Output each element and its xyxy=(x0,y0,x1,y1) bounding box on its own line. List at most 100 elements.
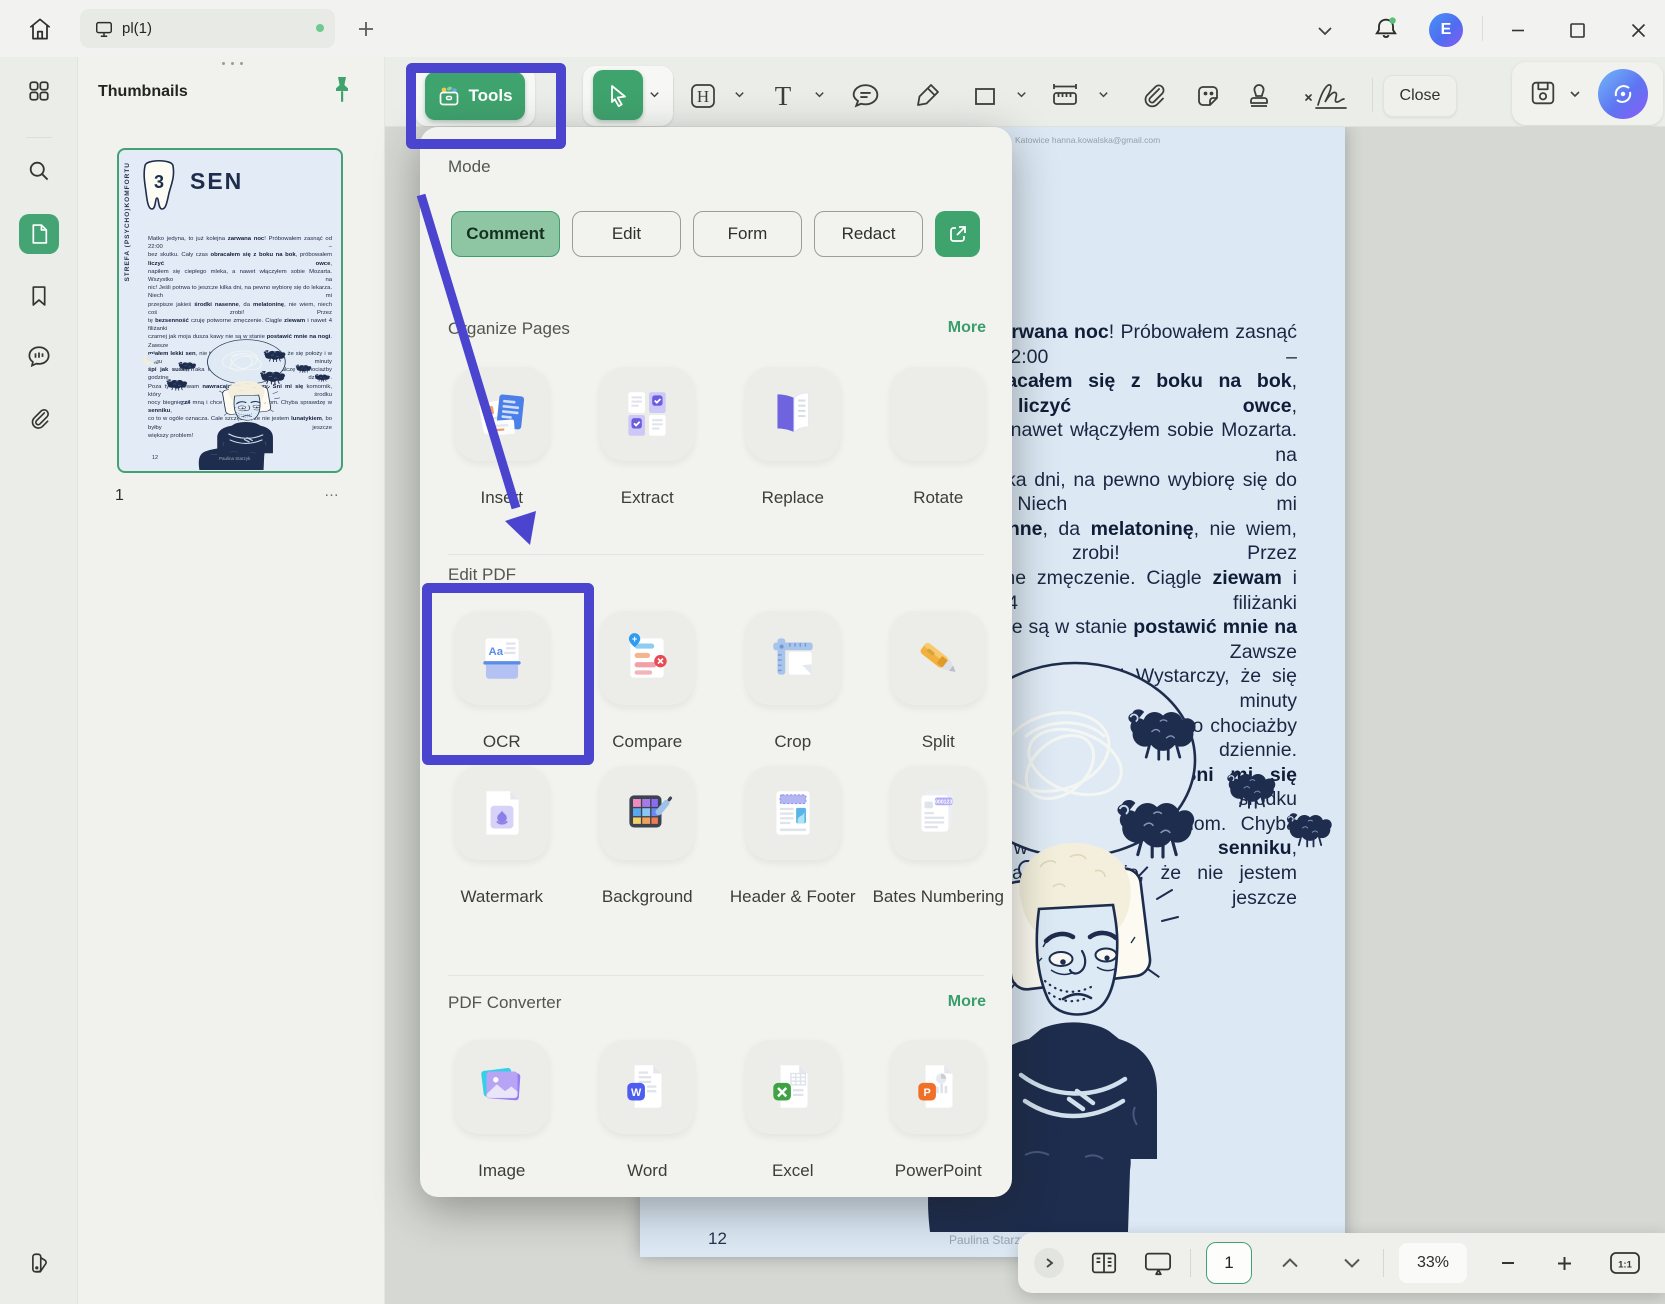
organize-more-link[interactable]: More xyxy=(948,319,986,337)
actual-size-button[interactable]: 1:1 xyxy=(1600,1233,1650,1293)
save-chevron-icon[interactable] xyxy=(1568,87,1582,106)
ai-icon xyxy=(1608,79,1638,109)
close-window-button[interactable] xyxy=(1624,17,1652,43)
converter-more-link[interactable]: More xyxy=(948,993,986,1011)
tool-powerpoint[interactable]: PPowerPoint xyxy=(866,1040,1011,1181)
tool-image[interactable]: Image xyxy=(429,1040,574,1181)
tool-label: Extract xyxy=(575,487,720,508)
search-icon[interactable] xyxy=(19,151,59,191)
new-tab-button[interactable] xyxy=(353,16,379,42)
mode-button-edit[interactable]: Edit xyxy=(572,211,681,257)
comments-icon[interactable] xyxy=(19,336,59,376)
save-icon[interactable] xyxy=(1528,78,1558,113)
tool-insert[interactable]: Insert xyxy=(429,367,574,508)
tool-background[interactable]: Background xyxy=(575,766,720,907)
tool-excel[interactable]: Excel xyxy=(720,1040,865,1181)
svg-text:H: H xyxy=(697,87,709,106)
avatar[interactable]: E xyxy=(1429,13,1463,47)
selector-tool-button[interactable] xyxy=(593,70,643,120)
text-chevron-icon[interactable] xyxy=(813,88,827,102)
panel-drag-handle[interactable] xyxy=(222,62,243,65)
thumbnails-title: Thumbnails xyxy=(98,83,188,101)
next-page-button[interactable] xyxy=(1330,1233,1374,1293)
attachments-icon[interactable] xyxy=(19,399,59,439)
pin-icon[interactable] xyxy=(330,75,356,107)
tool-split[interactable]: Split xyxy=(866,611,1011,752)
sticker-tool-icon[interactable] xyxy=(1190,78,1226,114)
tool-watermark[interactable]: Watermark xyxy=(429,766,574,907)
external-link-icon xyxy=(948,224,968,244)
page-header-line: Katowice hanna.kowalska@gmail.com xyxy=(1015,135,1160,145)
page-thumbnail[interactable]: STREFA (PSYCHO)KOMFORTU 3 SEN Matko jedy… xyxy=(117,148,343,473)
home-button[interactable] xyxy=(24,13,56,45)
word-icon: W xyxy=(618,1058,676,1116)
notifications-bell-icon[interactable] xyxy=(1370,12,1402,46)
tool-label: Replace xyxy=(720,487,865,508)
comment-tool-icon[interactable] xyxy=(847,78,883,114)
bookmark-icon[interactable] xyxy=(19,276,59,316)
open-in-new-window-button[interactable] xyxy=(935,211,980,257)
zoom-level-display[interactable]: 33% xyxy=(1399,1243,1467,1283)
ai-assistant-button[interactable] xyxy=(1598,69,1648,119)
attach-tool-icon[interactable] xyxy=(1135,78,1171,114)
expand-statusbar-button[interactable] xyxy=(1034,1248,1064,1278)
selector-chevron-icon[interactable] xyxy=(648,88,662,102)
svg-text:W: W xyxy=(631,1087,642,1099)
text-tool-icon[interactable]: T xyxy=(765,78,801,114)
shape-tool-icon[interactable] xyxy=(967,78,1003,114)
bates-icon: 000123 xyxy=(909,784,967,842)
document-tab[interactable]: pl(1) xyxy=(80,9,335,48)
tool-bates-numbering[interactable]: 000123Bates Numbering xyxy=(866,766,1011,907)
mode-button-form[interactable]: Form xyxy=(693,211,802,257)
tool-word[interactable]: WWord xyxy=(575,1040,720,1181)
shape-chevron-icon[interactable] xyxy=(1015,88,1029,102)
thumb-illustration: Zzz xyxy=(133,336,329,470)
maximize-button[interactable] xyxy=(1563,17,1591,43)
tool-label: Compare xyxy=(575,731,720,752)
thumbnails-icon[interactable] xyxy=(19,214,59,254)
toolbar-separator-2 xyxy=(1372,78,1373,112)
tool-label: Split xyxy=(866,731,1011,752)
zoom-in-button[interactable] xyxy=(1542,1233,1586,1293)
minimize-button[interactable] xyxy=(1504,18,1532,42)
apps-grid-icon[interactable] xyxy=(19,71,59,111)
mode-button-redact[interactable]: Redact xyxy=(814,211,923,257)
thumbnail-more-button[interactable]: … xyxy=(324,483,341,500)
split-icon xyxy=(909,629,967,687)
tool-rotate[interactable]: Rotate xyxy=(866,367,1011,508)
svg-text:P: P xyxy=(924,1087,931,1099)
mode-buttons-row: Comment Edit Form Redact xyxy=(451,211,980,257)
stamp-tool-icon[interactable] xyxy=(1241,78,1277,114)
zoom-value: 33% xyxy=(1417,1254,1449,1272)
statusbar-separator-2 xyxy=(1383,1249,1384,1277)
tool-crop[interactable]: Crop xyxy=(720,611,865,752)
pdf-editor-window: pl(1) E xyxy=(0,0,1665,1304)
close-tools-button[interactable]: Close xyxy=(1383,75,1457,117)
previous-page-button[interactable] xyxy=(1268,1233,1312,1293)
heading-chevron-icon[interactable] xyxy=(733,88,747,102)
thumb-footer-number: 12 xyxy=(152,455,158,461)
heading-tool-icon[interactable]: H xyxy=(685,78,721,114)
tool-header-footer[interactable]: Header & Footer xyxy=(720,766,865,907)
page-text-line: przepisze jakieś środki nasenne, da mela… xyxy=(148,301,332,317)
reading-view-icon[interactable] xyxy=(1082,1233,1126,1293)
presentation-mode-icon[interactable] xyxy=(1136,1233,1180,1293)
tool-compare[interactable]: +Compare xyxy=(575,611,720,752)
pen-tool-icon[interactable] xyxy=(909,78,945,114)
mode-button-comment[interactable]: Comment xyxy=(451,211,560,257)
tool-extract[interactable]: Extract xyxy=(575,367,720,508)
extract-icon xyxy=(618,385,676,443)
page-text-line: Matko jedyna, to już kolejna zarwana noc… xyxy=(148,235,332,251)
zoom-out-button[interactable] xyxy=(1486,1233,1530,1293)
theme-palette-icon[interactable] xyxy=(19,1243,59,1283)
section-divider xyxy=(448,554,984,555)
left-sidebar xyxy=(0,57,78,1304)
titlebar-chevron-down-icon[interactable] xyxy=(1312,21,1338,41)
page-number-input[interactable]: 1 xyxy=(1206,1242,1252,1284)
tool-replace[interactable]: Replace xyxy=(720,367,865,508)
signature-tool-icon[interactable] xyxy=(1297,78,1359,114)
measure-chevron-icon[interactable] xyxy=(1097,88,1111,102)
organize-pages-grid: InsertExtractReplaceRotate xyxy=(429,367,1011,508)
measure-tool-icon[interactable] xyxy=(1047,78,1083,114)
tool-label: Crop xyxy=(720,731,865,752)
